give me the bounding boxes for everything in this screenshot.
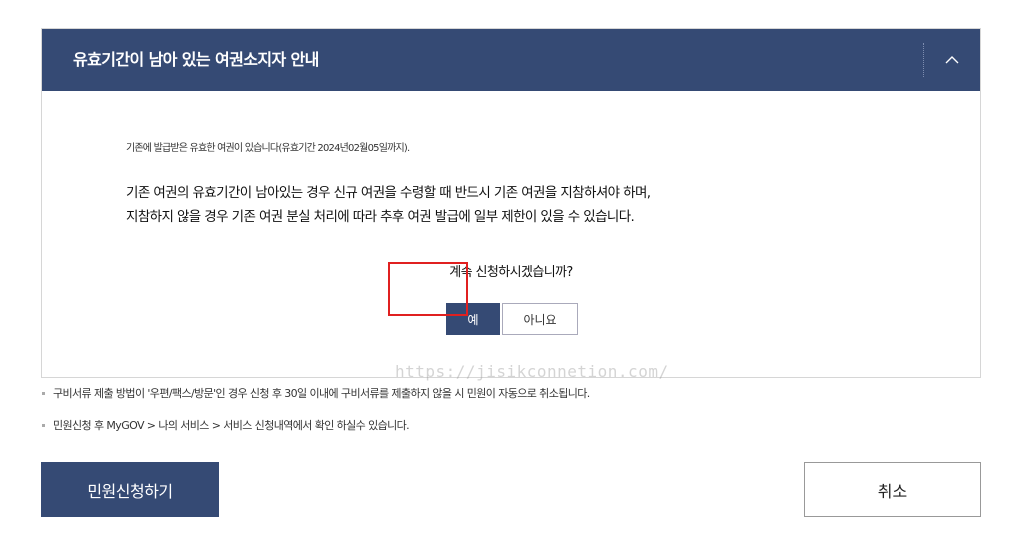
- panel-header: 유효기간이 남아 있는 여권소지자 안내: [42, 29, 980, 91]
- existing-passport-note: 기존에 발급받은 유효한 여권이 있습니다(유효기간 2024년02월05일까지…: [126, 143, 410, 154]
- panel-title: 유효기간이 남아 있는 여권소지자 안내: [73, 50, 319, 69]
- notice-panel: 유효기간이 남아 있는 여권소지자 안내 기존에 발급받은 유효한 여권이 있습…: [41, 28, 981, 378]
- continue-question: 계속 신청하시겠습니까?: [449, 265, 573, 280]
- warning-line-1: 기존 여권의 유효기간이 남아있는 경우 신규 여권을 수령할 때 반드시 기존…: [126, 185, 651, 201]
- warning-message: 기존 여권의 유효기간이 남아있는 경우 신규 여권을 수령할 때 반드시 기존…: [126, 181, 651, 229]
- collapse-button[interactable]: [924, 29, 980, 91]
- notice-text: 민원신청 후 MyGOV > 나의 서비스 > 서비스 신청내역에서 확인 하실…: [53, 419, 410, 432]
- warning-line-2: 지참하지 않을 경우 기존 여권 분실 처리에 따라 추후 여권 발급에 일부 …: [126, 209, 635, 225]
- cancel-button[interactable]: 취소: [804, 462, 981, 517]
- apply-button[interactable]: 민원신청하기: [41, 462, 219, 517]
- notice-text: 구비서류 제출 방법이 '우편/팩스/방문'인 경우 신청 후 30일 이내에 …: [53, 387, 590, 400]
- chevron-up-icon: [945, 56, 959, 64]
- notice-item: 민원신청 후 MyGOV > 나의 서비스 > 서비스 신청내역에서 확인 하실…: [42, 417, 410, 433]
- bullet-icon: [42, 391, 45, 395]
- watermark: https://jisikconnetion.com/: [395, 362, 669, 381]
- bullet-icon: [42, 423, 45, 427]
- yes-button[interactable]: 예: [446, 303, 500, 335]
- no-button[interactable]: 아니요: [502, 303, 578, 335]
- notice-item: 구비서류 제출 방법이 '우편/팩스/방문'인 경우 신청 후 30일 이내에 …: [42, 385, 590, 401]
